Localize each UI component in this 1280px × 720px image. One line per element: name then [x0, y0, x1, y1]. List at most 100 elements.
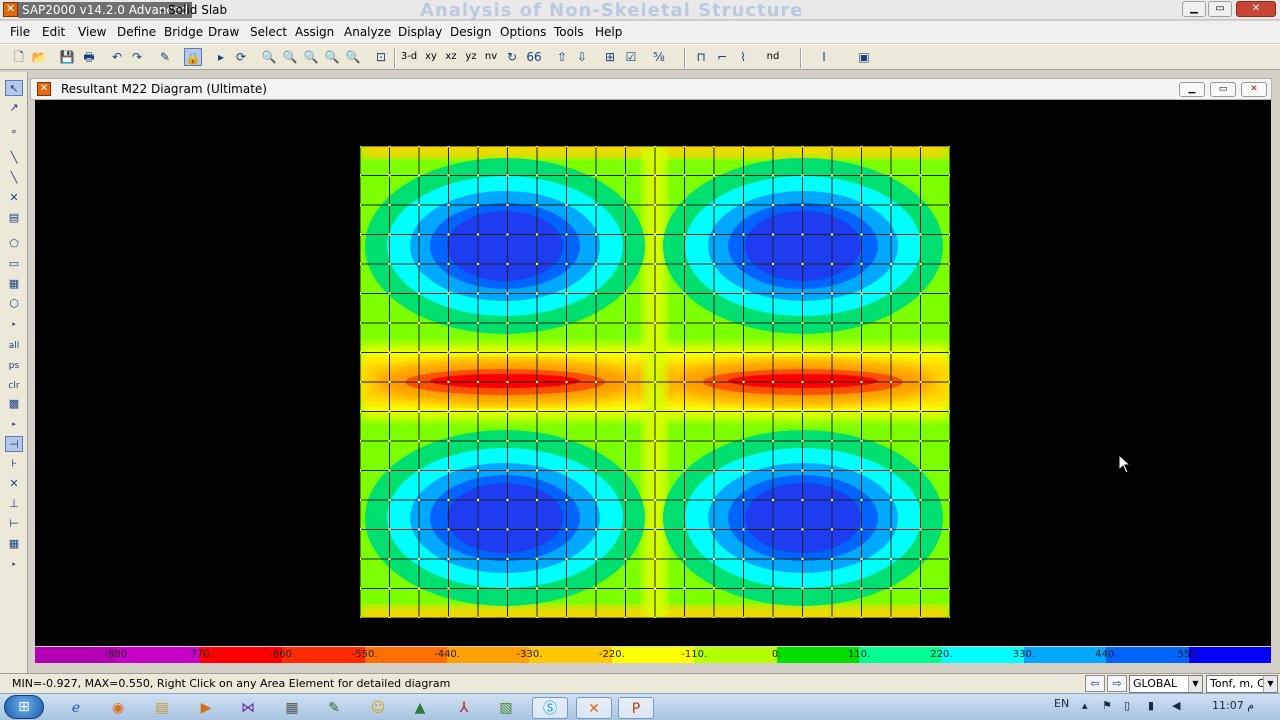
move-down-icon[interactable]: ⇩: [573, 48, 591, 66]
acrobat-icon[interactable]: ⅄: [446, 697, 482, 719]
snap-ends-icon[interactable]: ⊦: [5, 456, 23, 472]
deformed-shape-icon[interactable]: ⌇: [734, 48, 752, 66]
menu-select[interactable]: Select: [250, 25, 287, 39]
run-analysis-icon[interactable]: ▸: [212, 48, 230, 66]
firefox-icon[interactable]: ◉: [100, 697, 136, 719]
maximize-button[interactable]: ▭: [1208, 1, 1232, 17]
snap-lines-icon[interactable]: ⊢: [5, 516, 23, 532]
view-nd-button[interactable]: nd: [762, 48, 784, 66]
lock-icon[interactable]: 🔒: [184, 48, 202, 66]
menu-display[interactable]: Display: [398, 25, 442, 39]
menu-edit[interactable]: Edit: [42, 25, 65, 39]
coord-system-select[interactable]: GLOBAL ▼: [1129, 675, 1203, 693]
previous-arrow-icon[interactable]: ⇦: [1085, 675, 1105, 692]
expand-arrow-icon[interactable]: ▸: [5, 416, 23, 432]
zoom-restore-icon[interactable]: 🔍: [281, 48, 299, 66]
reshape-icon[interactable]: ↗: [5, 100, 23, 116]
calculator-icon[interactable]: ▦: [274, 697, 310, 719]
snap-intersection-icon[interactable]: ✕: [5, 476, 23, 492]
expand-arrow-icon[interactable]: ▸: [5, 556, 23, 572]
image-viewer-icon[interactable]: ▲: [402, 697, 438, 719]
view-nv-button[interactable]: nv: [480, 48, 502, 66]
menu-analyze[interactable]: Analyze: [344, 25, 391, 39]
diagram-minimize-button[interactable]: ▁: [1179, 82, 1205, 97]
sap-app-icon[interactable]: ✕: [3, 2, 18, 17]
draw-rect-area-icon[interactable]: ▭: [5, 256, 23, 272]
language-indicator[interactable]: EN: [1054, 696, 1069, 712]
minimize-button[interactable]: ▁: [1182, 1, 1206, 17]
select-all-button[interactable]: all: [5, 338, 23, 354]
refresh-view-icon[interactable]: ⟳: [232, 48, 250, 66]
move-up-icon[interactable]: ⇧: [553, 48, 571, 66]
start-button[interactable]: ⊞: [4, 695, 44, 719]
view-xy-button[interactable]: xy: [420, 48, 442, 66]
volume-icon[interactable]: ◀: [1172, 698, 1180, 714]
object-shrink-icon[interactable]: ⊞: [601, 48, 619, 66]
expand-arrow-icon[interactable]: ▸: [5, 316, 23, 332]
next-arrow-icon[interactable]: ⇨: [1107, 675, 1127, 692]
assign-icon[interactable]: ⅝: [650, 48, 668, 66]
print-icon[interactable]: 🖶: [80, 48, 98, 66]
folder-icon[interactable]: ▤: [144, 697, 180, 719]
zoom-out-icon[interactable]: 🔍: [323, 48, 341, 66]
snap-grid-icon[interactable]: ▦: [5, 536, 23, 552]
pencil-icon[interactable]: ✎: [156, 48, 174, 66]
action-center-flag-icon[interactable]: ⚑: [1102, 698, 1112, 714]
text-cursor-icon[interactable]: I: [815, 48, 833, 66]
rotate-3d-icon[interactable]: ↻: [503, 48, 521, 66]
network-icon[interactable]: ▮: [1148, 698, 1154, 714]
previous-selection-button[interactable]: ps: [5, 358, 23, 374]
draw-brace-icon[interactable]: ✕: [5, 190, 23, 206]
diagram-canvas[interactable]: [35, 100, 1271, 646]
menu-define[interactable]: Define: [117, 25, 156, 39]
draw-poly-area-icon[interactable]: ⬠: [5, 236, 23, 252]
clear-selection-button[interactable]: clr: [5, 378, 23, 394]
zoom-window-icon[interactable]: 🔍: [260, 48, 278, 66]
pan-icon[interactable]: 🔍: [344, 48, 362, 66]
draw-frame-icon[interactable]: ⊓: [692, 48, 710, 66]
sap-window-icon[interactable]: ✕: [37, 82, 51, 96]
snap-perpendicular-icon[interactable]: ⊥: [5, 496, 23, 512]
menu-design[interactable]: Design: [450, 25, 491, 39]
display-settings-icon[interactable]: ▣: [855, 48, 873, 66]
diagram-restore-button[interactable]: ▭: [1210, 82, 1236, 97]
archive-icon[interactable]: ▧: [488, 697, 524, 719]
menu-bridge[interactable]: Bridge: [164, 25, 203, 39]
view-xz-button[interactable]: xz: [440, 48, 462, 66]
device-icon[interactable]: ▯: [1124, 698, 1130, 714]
zoom-in-icon[interactable]: 🔍: [302, 48, 320, 66]
intersect-select-icon[interactable]: ▩: [5, 396, 23, 412]
quick-draw-area-icon[interactable]: ▦: [5, 276, 23, 292]
view-yz-button[interactable]: yz: [460, 48, 482, 66]
menu-tools[interactable]: Tools: [554, 25, 584, 39]
units-select[interactable]: Tonf, m, C ▼: [1206, 675, 1278, 693]
menu-file[interactable]: File: [10, 25, 30, 39]
undo-icon[interactable]: ↶: [108, 48, 126, 66]
redo-icon[interactable]: ↷: [128, 48, 146, 66]
display-options-icon[interactable]: ☑: [622, 48, 640, 66]
menu-assign[interactable]: Assign: [295, 25, 334, 39]
pointer-icon[interactable]: ↖: [5, 80, 23, 96]
snap-joints-icon[interactable]: ⊣: [5, 436, 23, 452]
clock[interactable]: 11:07 م: [1212, 698, 1254, 714]
powerpoint-icon[interactable]: P: [618, 697, 654, 719]
draw-line-icon[interactable]: ╲: [5, 150, 23, 166]
notepad-icon[interactable]: ✎: [316, 697, 352, 719]
skype-icon[interactable]: Ⓢ: [532, 697, 568, 719]
messenger-icon[interactable]: ☺: [360, 697, 396, 719]
internet-explorer-icon[interactable]: ℯ: [58, 697, 94, 719]
menu-options[interactable]: Options: [500, 25, 546, 39]
menu-draw[interactable]: Draw: [208, 25, 239, 39]
view-3d-button[interactable]: 3-d: [398, 48, 420, 66]
menu-view[interactable]: View: [78, 25, 106, 39]
fit-view-icon[interactable]: ⊡: [372, 48, 390, 66]
menu-help[interactable]: Help: [595, 25, 622, 39]
close-button[interactable]: ✕: [1236, 1, 1276, 17]
show-hidden-icons-icon[interactable]: ▴: [1082, 698, 1088, 714]
draw-grid-icon[interactable]: ▤: [5, 210, 23, 226]
open-file-icon[interactable]: 📂: [30, 48, 48, 66]
draw-solid-icon[interactable]: ⬡: [5, 296, 23, 312]
visual-studio-icon[interactable]: ⋈: [230, 697, 266, 719]
save-icon[interactable]: 💾: [58, 48, 76, 66]
draw-area-icon[interactable]: ⌐: [713, 48, 731, 66]
